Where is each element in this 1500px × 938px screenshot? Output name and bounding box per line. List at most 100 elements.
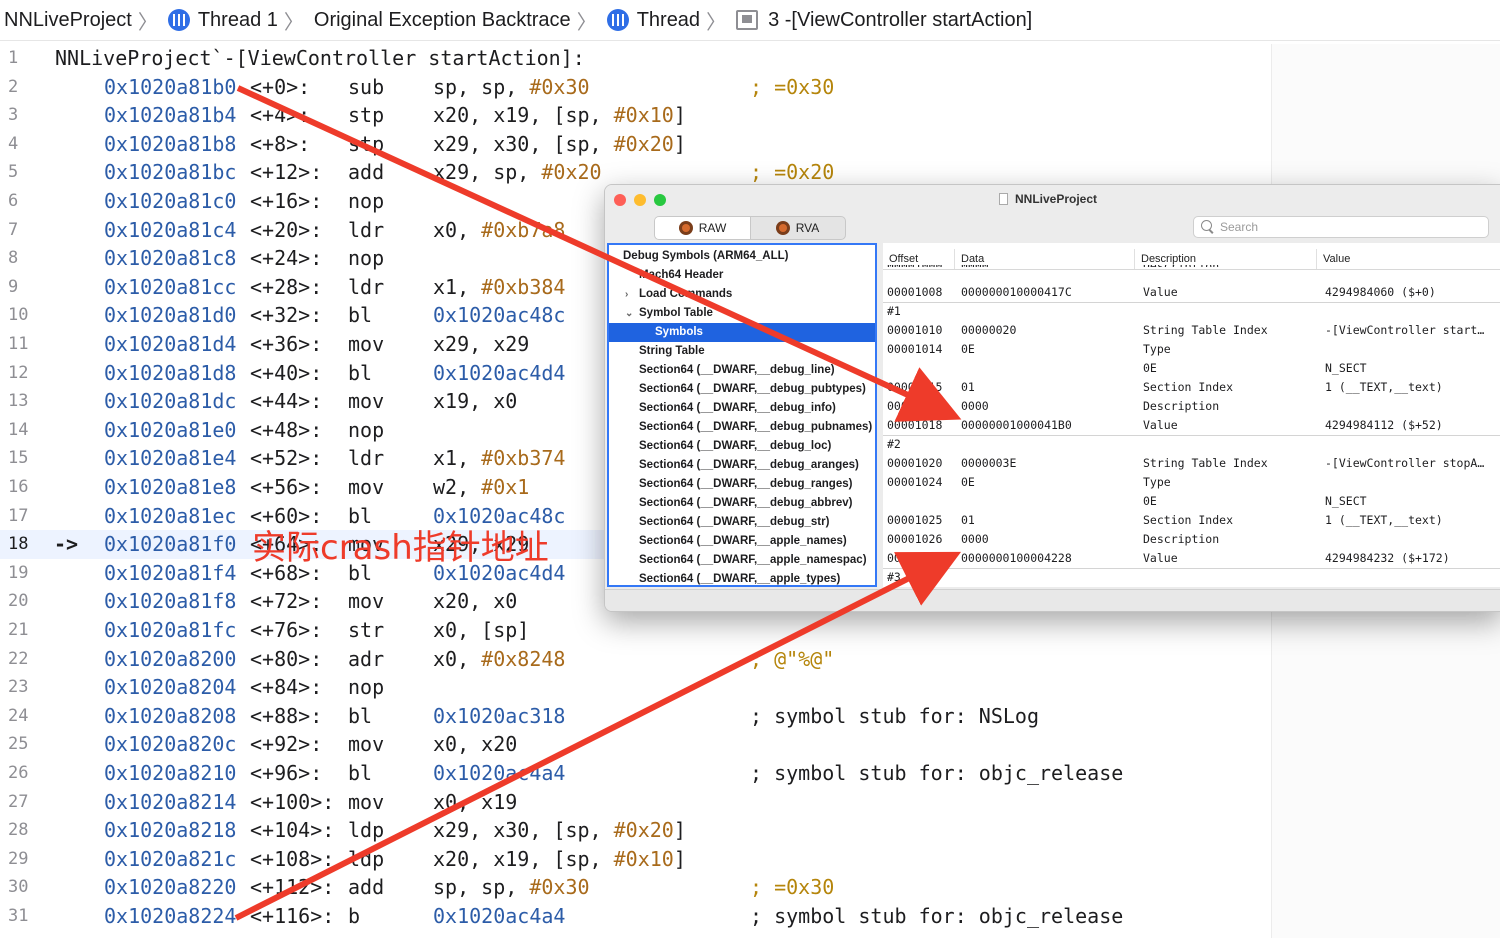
structure-tree[interactable]: Debug Symbols (ARM64_ALL) Mach64 Header › L… (607, 243, 877, 587)
tree-item[interactable]: Section64 (__DWARF,__debug_aranges) (609, 456, 875, 475)
tree-item[interactable]: Section64 (__DWARF,__apple_namespac) (609, 551, 875, 570)
cell-offset: #1 (887, 304, 901, 318)
breadcrumb: NNLiveProject 〉 Thread 1 〉 Original Exce… (0, 0, 1500, 41)
code-line[interactable]: 23 0x1020a8204 <+84>: nop (0, 673, 1271, 702)
search-input[interactable]: Search (1193, 216, 1489, 238)
breadcrumb-project[interactable]: NNLiveProject 〉 (0, 6, 164, 35)
disclosure-chevron-icon[interactable]: › (625, 285, 628, 304)
instruction-offset: <+40>: (250, 360, 323, 385)
tree-item[interactable]: Section64 (__DWARF,__debug_info) (609, 399, 875, 418)
table-row[interactable]: 00001014 0E Type (883, 340, 1500, 359)
tree-item[interactable]: › Load Commands (609, 285, 875, 304)
tree-item[interactable]: Section64 (__DWARF,__debug_abbrev) (609, 494, 875, 513)
table-row[interactable]: 00001015 01 Section Index 1 (__TEXT,__text) (883, 378, 1500, 397)
branch-target: 0x1020ac4a4 (433, 904, 566, 928)
code-line[interactable]: 1 NNLiveProject`-[ViewController startAct… (0, 44, 1271, 73)
code-line[interactable]: 5 0x1020a81bc <+12>: add x29, sp, #0x20 ; =0x… (0, 158, 1271, 187)
view-mode-segmented-control[interactable]: RAW RVA (654, 216, 846, 240)
operands: 0x1020ac4d4 (433, 359, 565, 388)
tree-item-selected[interactable]: Symbols (609, 323, 875, 342)
program-counter-marker: -> (54, 532, 79, 557)
tree-item[interactable]: Section64 (__DWARF,__debug_pubnames) (609, 418, 875, 437)
breadcrumb-backtrace[interactable]: Original Exception Backtrace 〉 (310, 6, 603, 35)
tree-item[interactable]: Debug Symbols (ARM64_ALL) (609, 247, 875, 266)
code-line[interactable]: 21 0x1020a81fc <+76>: str x0, [sp] (0, 616, 1271, 645)
tree-item[interactable]: Section64 (__DWARF,__debug_loc) (609, 437, 875, 456)
table-row[interactable]: 00001024 0E Type (883, 473, 1500, 492)
code-line[interactable]: 31 0x1020a8224 <+116>: b 0x1020ac4a4 ; symbol… (0, 902, 1271, 931)
operand-text: x0, (433, 646, 482, 671)
cell-description: Description (1143, 399, 1220, 413)
tree-item[interactable]: String Table (609, 342, 875, 361)
table-row[interactable]: 00001020 0000003E String Table Index -[View… (883, 454, 1500, 473)
operands: x0, x19 (433, 788, 517, 817)
line-number: 29 (8, 848, 29, 869)
table-row[interactable]: 00001000 0000 Description (883, 265, 1500, 271)
cell-data: 0000 (961, 399, 989, 413)
table-row[interactable]: 00001026 0000 Description (883, 530, 1500, 549)
breadcrumb-label: NNLiveProject (4, 8, 132, 31)
tree-item[interactable]: Section64 (__DWARF,__debug_ranges) (609, 475, 875, 494)
close-button[interactable] (614, 194, 626, 206)
tree-item[interactable]: Section64 (__DWARF,__apple_types) (609, 570, 875, 585)
chevron-right-icon: 〉 (706, 11, 727, 34)
table-row[interactable]: 00001010 00000020 String Table Index -[View… (883, 321, 1500, 340)
operands: x1, #0xb374 (433, 444, 565, 473)
breadcrumb-thread[interactable]: Thread 〉 (603, 6, 732, 35)
code-line[interactable]: 24 0x1020a8208 <+88>: bl 0x1020ac318 ; symbol… (0, 702, 1271, 731)
tree-item[interactable]: ⌄ Symbol Table (609, 304, 875, 323)
code-line[interactable]: 3 0x1020a81b4 <+4>: stp x20, x19, [sp, #0x10… (0, 101, 1271, 130)
tree-item-label: Section64 (__DWARF,__apple_names) (639, 535, 847, 547)
rva-icon (775, 221, 790, 235)
code-line[interactable]: 29 0x1020a821c <+108>: ldp x20, x19, [sp, #0… (0, 845, 1271, 874)
minimize-button[interactable] (634, 194, 646, 206)
operand-tail: ] (673, 818, 686, 843)
breadcrumb-frame[interactable]: 3 -[ViewController startAction] (732, 9, 1032, 32)
code-line[interactable]: 27 0x1020a8214 <+100>: mov x0, x19 (0, 788, 1271, 817)
tab-rva[interactable]: RVA (750, 217, 845, 239)
code-line[interactable]: 22 0x1020a8200 <+80>: adr x0, #0x8248 ; @"%@" (0, 645, 1271, 674)
operands: x29, x30, [sp, #0x20] (433, 130, 686, 159)
instruction-address: 0x1020a8218 (104, 818, 237, 843)
table-row[interactable]: 0E N_SECT (883, 492, 1500, 511)
operand-text: sp, sp, (433, 74, 530, 99)
table-row[interactable]: 00001018 00000001000041B0 Value 4294984112 … (883, 416, 1500, 436)
disclosure-chevron-icon[interactable]: ⌄ (625, 304, 633, 323)
code-line[interactable]: 30 0x1020a8220 <+112>: add sp, sp, #0x30 ; =0… (0, 873, 1271, 902)
instruction-address: 0x1020a81b8 (104, 131, 237, 156)
tree-item[interactable]: Section64 (__DWARF,__debug_str) (609, 513, 875, 532)
tree-item[interactable]: Section64 (__DWARF,__debug_line) (609, 361, 875, 380)
tree-item[interactable]: Section64 (__DWARF,__debug_pubtypes) (609, 380, 875, 399)
line-number: 26 (8, 763, 29, 783)
macho-inspector-window[interactable]: NNLiveProject RAW RVA Search Debug Symbo… (604, 184, 1500, 612)
code-line[interactable]: 26 0x1020a8210 <+96>: bl 0x1020ac4a4 ; symbol… (0, 759, 1271, 788)
table-row[interactable]: 00001028 0000000100004228 Value 4294984232 … (883, 549, 1500, 569)
tree-item[interactable]: Section64 (__DWARF,__apple_names) (609, 532, 875, 551)
table-row[interactable]: #3 (883, 568, 1500, 587)
tab-raw[interactable]: RAW (655, 217, 751, 239)
code-line[interactable]: 2 0x1020a81b0 <+0>: sub sp, sp, #0x30 ; =0x30 (0, 73, 1271, 102)
table-row[interactable]: #1 (883, 302, 1500, 321)
table-row[interactable]: #2 (883, 435, 1500, 454)
opcode: ldr (348, 274, 385, 299)
table-row[interactable]: 0E N_SECT (883, 359, 1500, 378)
symbols-table[interactable]: Offset Data Description Value 0000100000… (883, 243, 1500, 587)
opcode: mov (348, 332, 385, 356)
instruction-offset: <+24>: (250, 246, 323, 271)
operand-text: x29, x30, [sp, (433, 131, 614, 156)
code-line[interactable]: 25 0x1020a820c <+92>: mov x0, x20 (0, 730, 1271, 759)
table-row[interactable]: 00001025 01 Section Index 1 (__TEXT,__text) (883, 511, 1500, 530)
table-row[interactable]: 00001008 000000010000417C Value 4294984060 … (883, 283, 1500, 303)
code-line[interactable]: 4 0x1020a81b8 <+8>: stp x29, x30, [sp, #0x20… (0, 130, 1271, 159)
line-number: 8 (8, 248, 19, 269)
table-row[interactable]: 00001016 0000 Description (883, 397, 1500, 416)
code-line[interactable]: 28 0x1020a8218 <+104>: ldp x29, x30, [sp, #0… (0, 816, 1271, 845)
instruction-address: 0x1020a81f8 (104, 589, 237, 614)
breadcrumb-thread-1[interactable]: Thread 1 〉 (164, 6, 310, 35)
tree-item[interactable]: Mach64 Header (609, 266, 875, 285)
tree-item-label: Section64 (__DWARF,__debug_loc) (639, 440, 832, 452)
chevron-right-icon: 〉 (283, 11, 304, 34)
zoom-button[interactable] (654, 194, 666, 206)
opcode: mov (348, 389, 385, 414)
opcode: b (348, 904, 361, 928)
